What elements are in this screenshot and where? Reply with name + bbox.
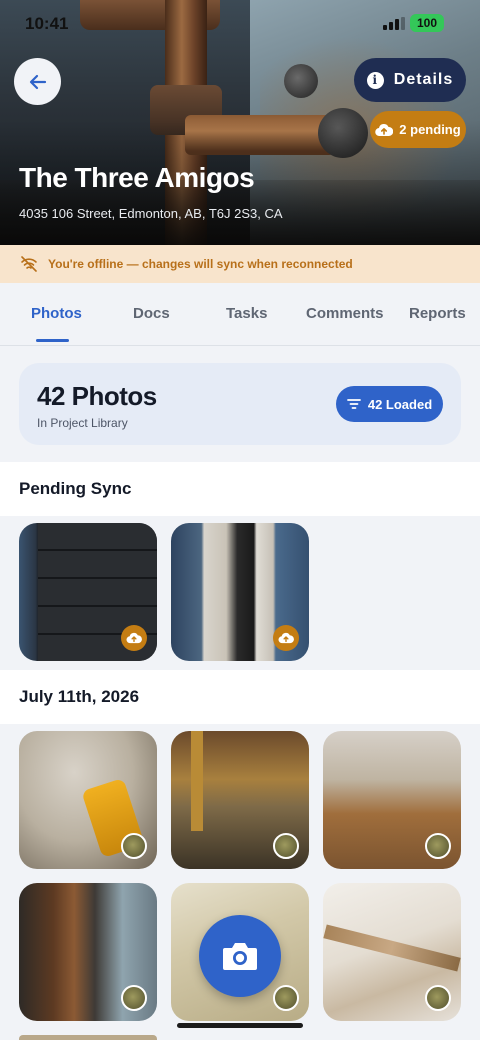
tab-photos[interactable]: Photos [31, 305, 82, 322]
section-header-date: July 11th, 2026 [0, 670, 480, 724]
photo-thumbnail[interactable] [19, 523, 157, 661]
photo-water-stain [323, 924, 461, 972]
library-label: In Project Library [37, 416, 128, 430]
photo-count: 42 Photos [37, 381, 157, 411]
loaded-filter-button[interactable]: 42 Loaded [336, 386, 443, 422]
status-time: 10:41 [25, 14, 69, 33]
tab-active-indicator [36, 339, 69, 342]
tab-bar: Photos Docs Tasks Comments Reports [0, 283, 480, 346]
photo-thumbnail[interactable] [171, 731, 309, 869]
details-button[interactable]: i Details [354, 58, 466, 102]
tab-tasks[interactable]: Tasks [226, 305, 267, 322]
battery-icon: 100 [410, 14, 444, 32]
cloud-upload-icon [375, 123, 394, 136]
tab-comments[interactable]: Comments [306, 305, 384, 322]
pending-sync-button[interactable]: 2 pending [370, 111, 466, 148]
sync-pending-badge [121, 625, 147, 651]
photo-post [191, 731, 203, 831]
arrow-left-icon [29, 74, 46, 89]
photo-thumbnail[interactable] [19, 883, 157, 1021]
project-hero: 10:41 100 i Details 2 pending The Three … [0, 0, 480, 245]
sync-pending-badge [273, 625, 299, 651]
author-avatar [273, 985, 299, 1011]
author-avatar [273, 833, 299, 859]
author-avatar [425, 833, 451, 859]
wifi-off-icon [21, 256, 37, 272]
home-indicator [177, 1023, 303, 1028]
photo-summary-card: 42 Photos In Project Library 42 Loaded [19, 363, 461, 445]
section-header-pending: Pending Sync [0, 462, 480, 516]
camera-icon [223, 943, 257, 970]
tab-docs[interactable]: Docs [133, 305, 170, 322]
cloud-upload-icon [126, 632, 142, 644]
info-icon: i [366, 71, 384, 89]
photo-thumbnail[interactable] [19, 1035, 157, 1040]
tab-reports[interactable]: Reports [409, 305, 466, 322]
signal-icon [383, 17, 407, 30]
section-title-date: July 11th, 2026 [19, 687, 140, 706]
photo-thumbnail[interactable] [323, 883, 461, 1021]
author-avatar [425, 985, 451, 1011]
section-title-pending: Pending Sync [19, 479, 132, 498]
hero-valve-knob [284, 64, 318, 98]
project-address: 4035 106 Street, Edmonton, AB, T6J 2S3, … [19, 206, 283, 221]
author-avatar [121, 985, 147, 1011]
status-bar: 10:41 100 [0, 0, 480, 46]
back-button[interactable] [14, 58, 61, 105]
photo-thumbnail[interactable] [19, 731, 157, 869]
author-avatar [121, 833, 147, 859]
camera-button[interactable] [199, 915, 281, 997]
filter-icon [346, 399, 361, 409]
pending-label: 2 pending [399, 122, 461, 137]
cloud-upload-icon [278, 632, 294, 644]
offline-banner: You're offline — changes will sync when … [0, 245, 480, 283]
details-label: Details [393, 71, 454, 88]
project-title: The Three Amigos [19, 162, 255, 193]
photo-thumbnail[interactable] [171, 523, 309, 661]
photo-thumbnail[interactable] [323, 731, 461, 869]
loaded-label: 42 Loaded [367, 396, 433, 412]
offline-message: You're offline — changes will sync when … [48, 257, 353, 271]
